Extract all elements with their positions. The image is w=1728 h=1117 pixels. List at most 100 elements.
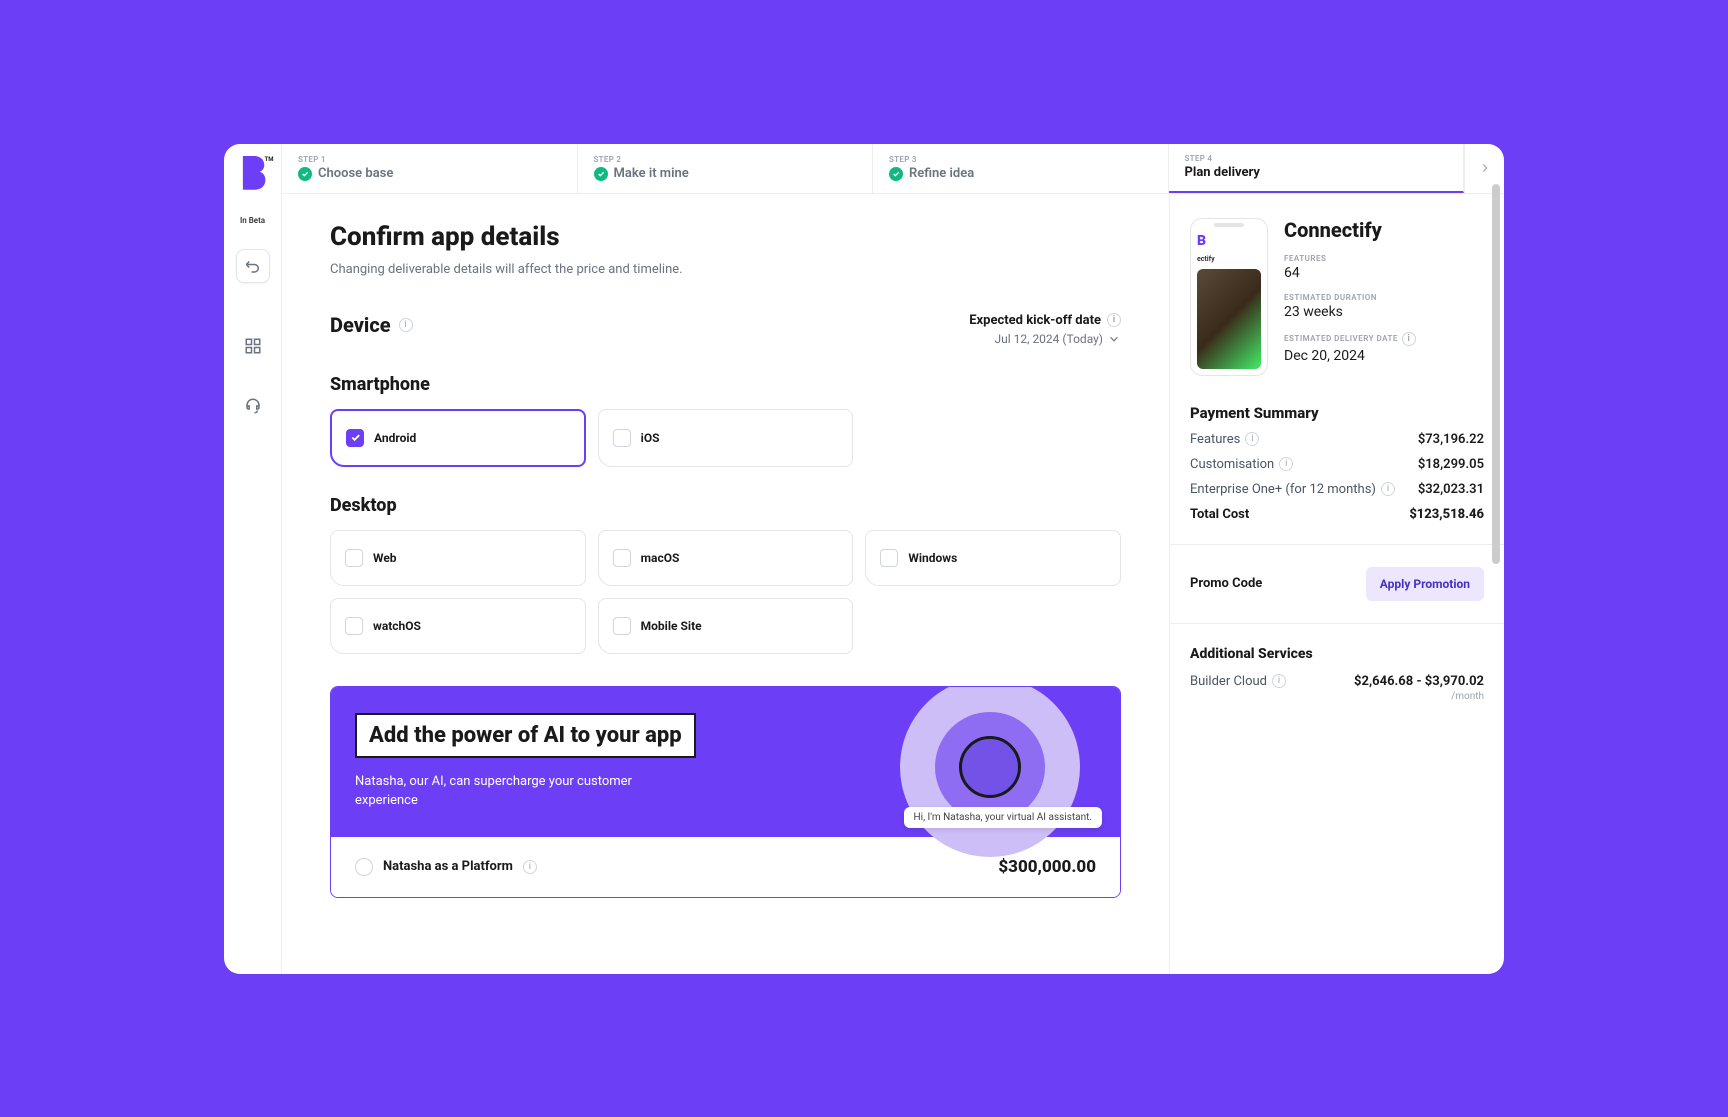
info-icon[interactable]: i	[1381, 482, 1395, 496]
kickoff-label: Expected kick-off date	[969, 313, 1101, 328]
headset-icon	[244, 397, 262, 415]
checkbox-icon	[613, 617, 631, 635]
checkbox-icon	[345, 617, 363, 635]
device-option-android[interactable]: Android	[330, 409, 586, 467]
info-icon[interactable]: i	[1245, 432, 1259, 446]
device-heading: Device	[330, 313, 391, 337]
device-label: macOS	[641, 551, 680, 565]
step-label: Plan delivery	[1185, 165, 1260, 180]
left-sidebar: TM In Beta	[224, 144, 282, 974]
step-number: STEP 3	[889, 155, 1152, 164]
app-name: Connectify	[1284, 218, 1484, 242]
divider	[1170, 544, 1504, 545]
step-make-it-mine[interactable]: STEP 2 Make it mine	[578, 144, 874, 193]
phone-preview-logo-icon: B	[1197, 233, 1206, 249]
features-value: 64	[1284, 265, 1484, 281]
device-label: iOS	[641, 431, 660, 445]
summary-panel: B ectify Connectify FEATURES 64 ESTIMATE…	[1169, 194, 1504, 974]
info-icon[interactable]: i	[1107, 313, 1121, 327]
check-icon	[298, 167, 312, 181]
undo-button[interactable]	[236, 249, 270, 283]
step-plan-delivery[interactable]: STEP 4 Plan delivery	[1169, 144, 1465, 193]
divider	[1170, 623, 1504, 624]
row-label: Features	[1190, 432, 1240, 447]
chevron-right-icon	[1478, 161, 1492, 175]
device-label: Web	[373, 551, 397, 565]
builder-cloud-label: Builder Cloud	[1190, 674, 1267, 689]
duration-label: ESTIMATED DURATION	[1284, 293, 1484, 302]
support-button[interactable]	[244, 397, 262, 419]
scrollbar[interactable]	[1492, 184, 1500, 564]
info-icon[interactable]: i	[1279, 457, 1293, 471]
promo-label: Promo Code	[1190, 576, 1262, 591]
device-option-web[interactable]: Web	[330, 530, 586, 586]
app-window: TM In Beta STEP 1 Choose base STEP 2	[224, 144, 1504, 974]
info-icon[interactable]: i	[523, 860, 537, 874]
body: Confirm app details Changing deliverable…	[282, 194, 1504, 974]
step-label: Choose base	[318, 166, 393, 181]
grid-icon	[244, 337, 262, 355]
info-icon[interactable]: i	[1272, 674, 1286, 688]
device-option-mobile-site[interactable]: Mobile Site	[598, 598, 854, 654]
page-title: Confirm app details	[330, 222, 1121, 252]
phone-preview: B ectify	[1190, 218, 1268, 376]
device-option-watchos[interactable]: watchOS	[330, 598, 586, 654]
row-value: $32,023.31	[1418, 482, 1484, 497]
kickoff-date: Jul 12, 2024 (Today)	[994, 332, 1103, 346]
ai-orbs-graphic	[890, 686, 1090, 867]
desktop-heading: Desktop	[330, 495, 1121, 516]
device-label: Android	[374, 431, 416, 445]
step-label: Refine idea	[909, 166, 974, 181]
checkbox-icon	[613, 549, 631, 567]
checkbox-icon	[880, 549, 898, 567]
info-icon[interactable]: i	[1402, 332, 1416, 346]
ai-speech-bubble: Hi, I'm Natasha, your virtual AI assista…	[904, 807, 1102, 828]
check-icon	[594, 167, 608, 181]
logo-tm: TM	[265, 156, 274, 163]
undo-icon	[244, 257, 262, 275]
row-value: $18,299.05	[1418, 457, 1484, 472]
info-icon[interactable]: i	[399, 318, 413, 332]
phone-preview-image	[1197, 269, 1261, 369]
kickoff-date-picker[interactable]: Expected kick-off date i Jul 12, 2024 (T…	[969, 313, 1121, 346]
main-content: Confirm app details Changing deliverable…	[282, 194, 1169, 974]
page-subtitle: Changing deliverable details will affect…	[330, 262, 1121, 277]
ai-pick-label: Natasha as a Platform	[383, 859, 513, 874]
ai-banner-top: Add the power of AI to your app Natasha,…	[331, 687, 1120, 837]
step-number: STEP 1	[298, 155, 561, 164]
brand-logo: TM	[238, 156, 268, 192]
step-number: STEP 2	[594, 155, 857, 164]
apply-promotion-button[interactable]: Apply Promotion	[1366, 567, 1484, 601]
ai-title: Add the power of AI to your app	[355, 713, 696, 758]
ai-subtitle: Natasha, our AI, can supercharge your cu…	[355, 772, 655, 811]
total-value: $123,518.46	[1409, 507, 1484, 522]
radio-icon	[355, 858, 373, 876]
step-choose-base[interactable]: STEP 1 Choose base	[282, 144, 578, 193]
checkbox-checked-icon	[346, 429, 364, 447]
device-option-windows[interactable]: Windows	[865, 530, 1121, 586]
apps-grid-button[interactable]	[244, 337, 262, 359]
additional-services-title: Additional Services	[1190, 646, 1484, 662]
builder-cloud-price: $2,646.68 - $3,970.02	[1354, 674, 1484, 689]
row-value: $73,196.22	[1418, 432, 1484, 447]
delivery-value: Dec 20, 2024	[1284, 348, 1484, 364]
device-label: Mobile Site	[641, 619, 702, 633]
stepper: STEP 1 Choose base STEP 2 Make it mine S…	[282, 144, 1504, 194]
natasha-platform-option[interactable]: Natasha as a Platform i	[355, 858, 537, 876]
step-refine-idea[interactable]: STEP 3 Refine idea	[873, 144, 1169, 193]
device-label: watchOS	[373, 619, 421, 633]
step-number: STEP 4	[1185, 154, 1448, 163]
features-label: FEATURES	[1284, 254, 1484, 263]
step-label: Make it mine	[614, 166, 689, 181]
builder-cloud-unit: /month	[1354, 691, 1484, 702]
checkbox-icon	[613, 429, 631, 447]
device-label: Windows	[908, 551, 957, 565]
main-column: STEP 1 Choose base STEP 2 Make it mine S…	[282, 144, 1504, 974]
row-label: Enterprise One+ (for 12 months)	[1190, 482, 1376, 497]
delivery-label: ESTIMATED DELIVERY DATE	[1284, 334, 1398, 343]
duration-value: 23 weeks	[1284, 304, 1484, 320]
device-option-macos[interactable]: macOS	[598, 530, 854, 586]
checkbox-icon	[345, 549, 363, 567]
check-icon	[889, 167, 903, 181]
device-option-ios[interactable]: iOS	[598, 409, 854, 467]
